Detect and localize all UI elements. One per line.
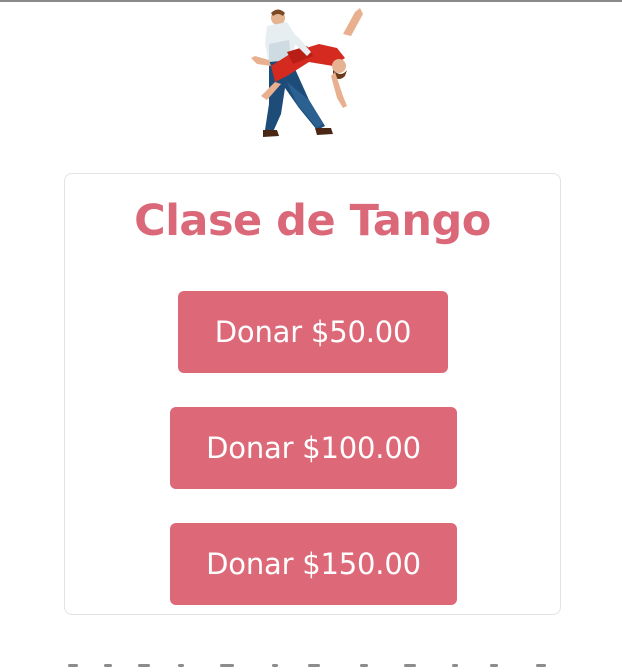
donate-100-button[interactable]: Donar $100.00 bbox=[170, 407, 457, 489]
page-title: Clase de Tango bbox=[134, 196, 491, 246]
top-border-line bbox=[0, 0, 622, 2]
donate-50-button[interactable]: Donar $50.00 bbox=[178, 291, 448, 373]
donate-150-button[interactable]: Donar $150.00 bbox=[170, 523, 457, 605]
footer-text-cropped bbox=[60, 660, 570, 672]
donation-card: Clase de Tango Donar $50.00 Donar $100.0… bbox=[64, 173, 561, 615]
tango-dancers-illustration bbox=[251, 8, 363, 137]
